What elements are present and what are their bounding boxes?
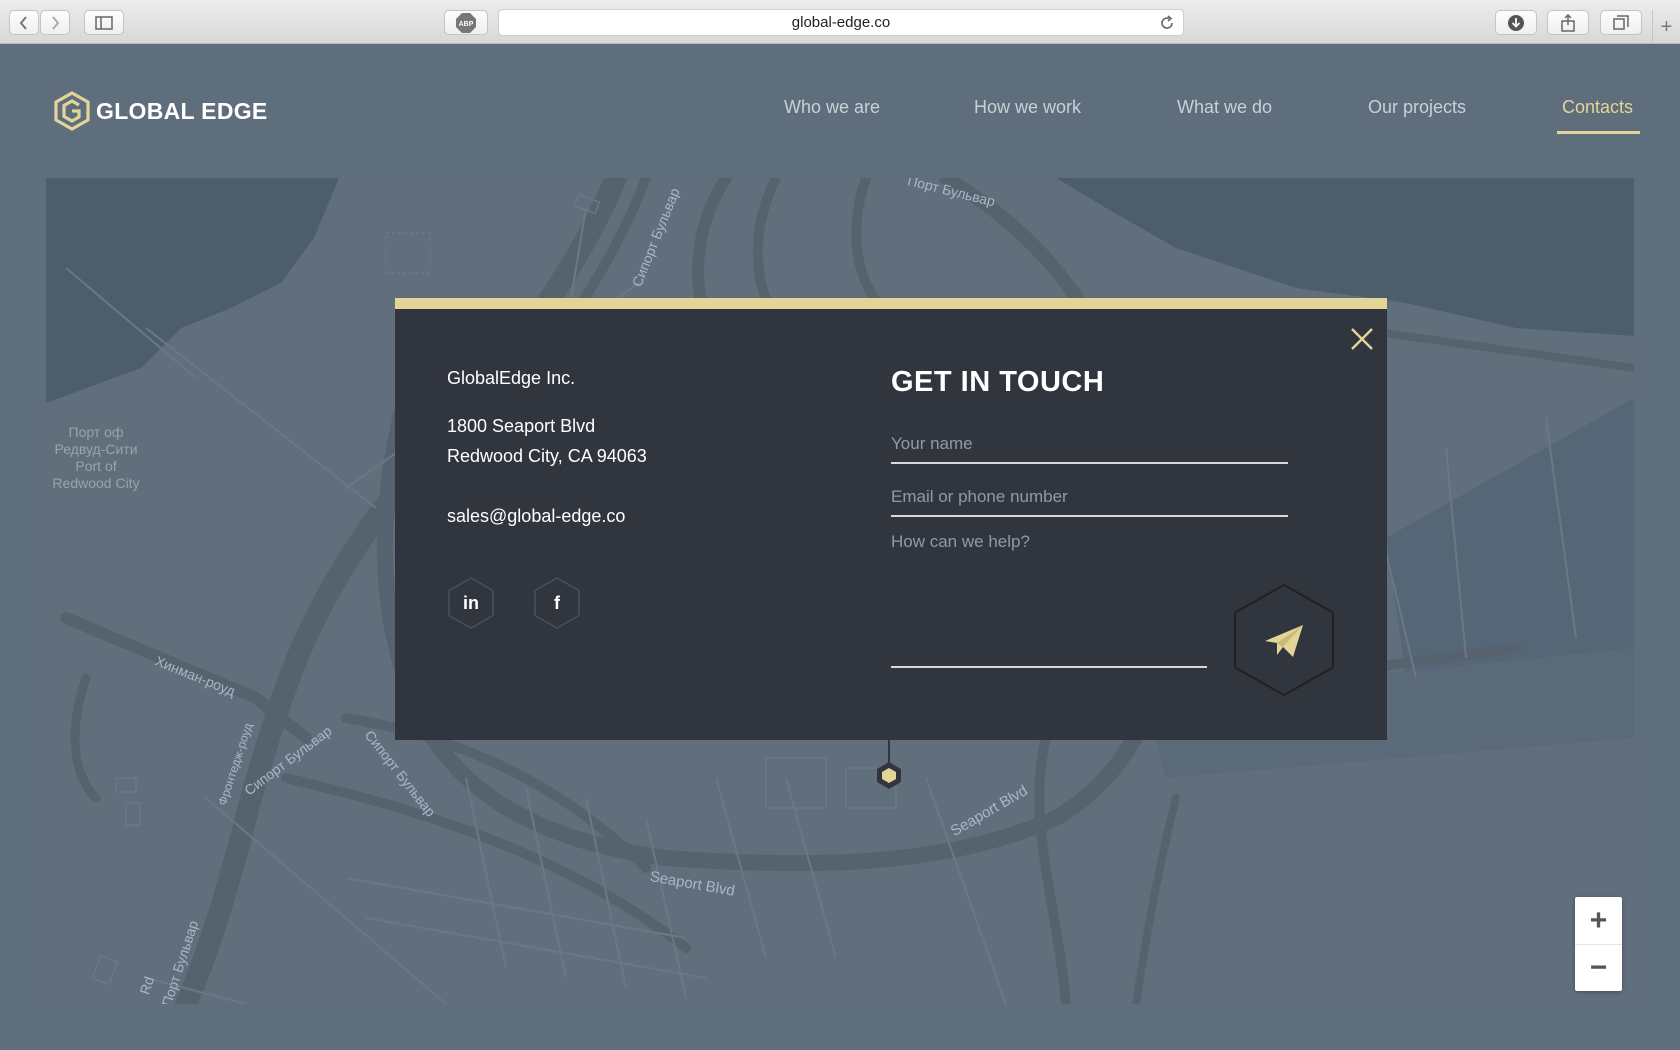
map-label-line: Редвуд-Сити	[54, 441, 138, 457]
share-button[interactable]	[1547, 10, 1589, 35]
reload-icon[interactable]	[1159, 15, 1175, 31]
sidebar-icon	[95, 15, 113, 30]
nav-how-we-work[interactable]: How we work	[974, 97, 1081, 118]
tabs-icon	[1613, 14, 1629, 30]
zoom-out-button[interactable]: −	[1575, 944, 1622, 991]
zoom-in-button[interactable]: +	[1575, 897, 1622, 944]
linkedin-label: in	[463, 592, 479, 613]
tabs-overview-button[interactable]	[1600, 10, 1642, 35]
facebook-label: f	[554, 592, 560, 613]
forward-button[interactable]	[40, 10, 70, 35]
new-tab-button[interactable]: +	[1652, 10, 1680, 44]
message-textarea[interactable]	[891, 530, 1207, 668]
adblock-icon: ABP	[456, 12, 476, 33]
modal-accent-bar	[395, 298, 1387, 309]
map-label-line: Port of	[75, 458, 117, 474]
nav-our-projects[interactable]: Our projects	[1368, 97, 1466, 118]
share-icon	[1561, 13, 1575, 32]
map-pin-icon[interactable]	[874, 740, 904, 790]
adblock-button[interactable]: ABP	[444, 10, 488, 35]
close-icon[interactable]	[1349, 326, 1375, 352]
send-button[interactable]	[1233, 583, 1335, 697]
browser-toolbar: ABP global-edge.co +	[0, 0, 1680, 44]
company-name: GlobalEdge Inc.	[447, 368, 576, 388]
nav-who-we-are[interactable]: Who we are	[784, 97, 880, 118]
map-label-port: Порт оф Редвуд-Сити Port of Redwood City	[50, 424, 142, 492]
map-label-line: Порт оф	[68, 424, 124, 440]
main-nav: Who we are How we work What we do Our pr…	[0, 97, 1680, 137]
downloads-button[interactable]	[1495, 10, 1537, 35]
email-phone-input[interactable]	[891, 484, 1288, 517]
download-icon	[1508, 14, 1524, 31]
name-input[interactable]	[891, 432, 1288, 464]
address-line-1: 1800 Seaport Blvd	[447, 416, 596, 436]
email-link[interactable]: sales@global-edge.co	[447, 506, 625, 527]
address-bar[interactable]: global-edge.co	[498, 9, 1184, 36]
chevron-right-icon	[52, 15, 60, 30]
linkedin-button[interactable]: in	[447, 577, 495, 629]
map-zoom-control: + −	[1575, 897, 1622, 991]
back-button[interactable]	[9, 10, 39, 35]
nav-what-we-do[interactable]: What we do	[1177, 97, 1272, 118]
address-line-2: Redwood City, CA 94063	[447, 446, 647, 466]
map-label-line: Redwood City	[52, 475, 140, 491]
chevron-left-icon	[19, 15, 27, 30]
nav-contacts[interactable]: Contacts	[1562, 97, 1633, 118]
form-heading: GET IN TOUCH	[891, 366, 1105, 398]
sidebar-toggle-button[interactable]	[84, 10, 124, 35]
nav-active-underline	[1557, 131, 1640, 134]
adblock-label: ABP	[459, 21, 474, 28]
facebook-button[interactable]: f	[533, 577, 581, 629]
url-text: global-edge.co	[791, 14, 891, 31]
contact-modal: GlobalEdge Inc. 1800 Seaport Blvd Redwoo…	[395, 298, 1387, 740]
plus-icon: +	[1660, 15, 1673, 38]
